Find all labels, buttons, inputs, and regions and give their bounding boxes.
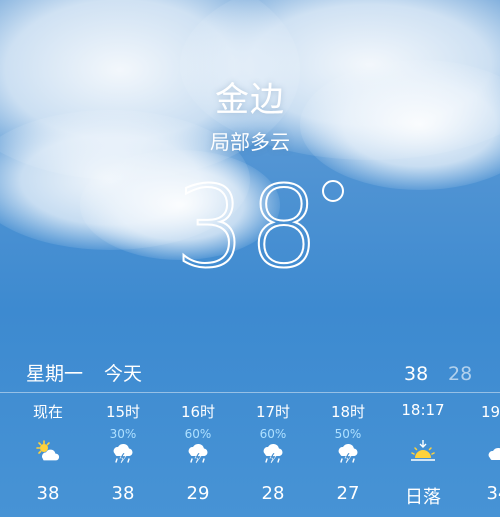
hourly-value: 29 — [186, 483, 210, 504]
hourly-time: 19时 — [480, 403, 500, 421]
thunderstorm-icon — [185, 439, 211, 465]
thunderstorm-icon — [335, 439, 361, 465]
hourly-value: 28 — [261, 483, 285, 504]
hourly-time: 18:17 — [401, 401, 445, 419]
current-temperature: 38 — [174, 163, 322, 293]
sunset-icon — [410, 439, 436, 465]
hourly-time: 现在 — [32, 403, 63, 421]
low-temperature: 28 — [448, 363, 473, 385]
high-temperature: 38 — [404, 363, 429, 385]
weekday-label: 星期一 — [26, 363, 84, 385]
today-label: 今天 — [104, 363, 143, 385]
thunderstorm-icon — [110, 439, 136, 465]
degree-symbol — [322, 180, 344, 202]
hourly-value: 34 — [486, 483, 500, 504]
thunderstorm-icon — [260, 439, 286, 465]
location-name: 金边 — [215, 80, 285, 120]
hourly-time: 18时 — [330, 403, 366, 421]
hourly-time: 17时 — [255, 403, 291, 421]
weather-condition: 局部多云 — [210, 130, 290, 154]
hourly-value: 27 — [336, 483, 360, 504]
partly-cloudy-icon — [35, 439, 61, 465]
hourly-value: 日落 — [405, 487, 441, 508]
hourly-value: 38 — [111, 483, 135, 504]
hourly-time: 15时 — [105, 403, 141, 421]
hourly-forecast-strip[interactable]: 现在 38 15时 30% 38 16时 60% 29 17时 60% 28 18时 50% 27 18:1… — [0, 393, 500, 517]
day-summary-row: 星期一 今天 38 28 — [0, 356, 500, 392]
hourly-value: 38 — [36, 483, 60, 504]
cloudy-icon — [485, 439, 500, 465]
hourly-time: 16时 — [180, 403, 216, 421]
